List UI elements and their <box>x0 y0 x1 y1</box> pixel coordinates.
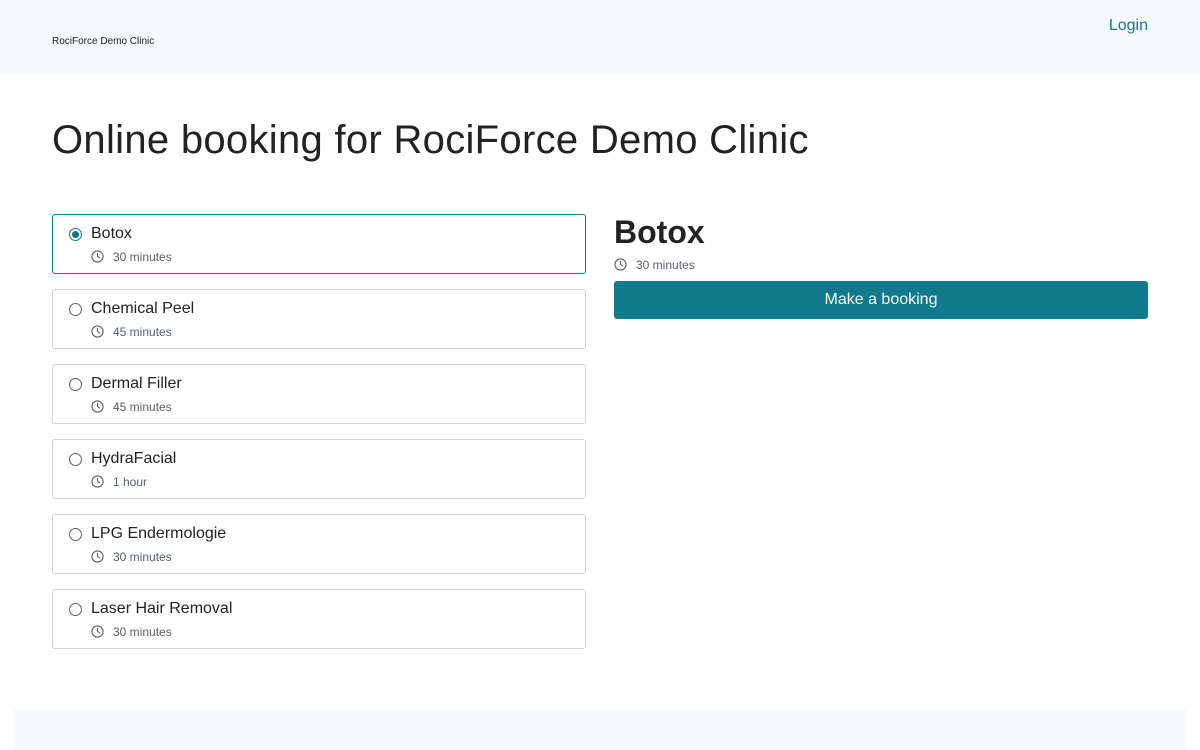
service-option-hydrafacial[interactable]: HydraFacial 1 hour <box>52 439 586 499</box>
clock-icon <box>91 550 104 563</box>
service-option-botox[interactable]: Botox 30 minutes <box>52 214 586 274</box>
page-title: Online booking for RociForce Demo Clinic <box>52 118 809 162</box>
service-duration: 1 hour <box>113 475 148 489</box>
clock-icon <box>91 400 104 413</box>
service-detail-panel: Botox 30 minutes Make a booking <box>614 214 1148 319</box>
service-option-dermal-filler[interactable]: Dermal Filler 45 minutes <box>52 364 586 424</box>
radio-unselected-icon[interactable] <box>69 528 82 541</box>
selected-service-duration: 30 minutes <box>636 258 695 272</box>
top-bar: RociForce Demo Clinic Login <box>0 0 1200 74</box>
service-name: Dermal Filler <box>91 375 182 392</box>
radio-unselected-icon[interactable] <box>69 303 82 316</box>
service-name: LPG Endermologie <box>91 525 227 542</box>
service-duration: 30 minutes <box>113 250 172 264</box>
service-option-lpg-endermologie[interactable]: LPG Endermologie 30 minutes <box>52 514 586 574</box>
service-duration: 45 minutes <box>113 400 172 414</box>
radio-unselected-icon[interactable] <box>69 378 82 391</box>
service-name: Laser Hair Removal <box>91 600 233 617</box>
service-duration: 30 minutes <box>113 550 172 564</box>
service-option-chemical-peel[interactable]: Chemical Peel 45 minutes <box>52 289 586 349</box>
clock-icon <box>91 250 104 263</box>
clock-icon <box>91 325 104 338</box>
clinic-name: RociForce Demo Clinic <box>52 36 155 47</box>
clock-icon <box>614 258 627 271</box>
selected-service-title: Botox <box>614 214 705 250</box>
radio-unselected-icon[interactable] <box>69 603 82 616</box>
service-name: Botox <box>91 225 132 242</box>
make-booking-button[interactable]: Make a booking <box>614 281 1148 319</box>
login-link[interactable]: Login <box>1109 17 1148 35</box>
service-name: Chemical Peel <box>91 300 195 317</box>
service-list: Botox 30 minutes Chemical Peel 45 minute… <box>52 214 586 664</box>
radio-selected-icon[interactable] <box>69 228 82 241</box>
radio-unselected-icon[interactable] <box>69 453 82 466</box>
service-duration: 30 minutes <box>113 625 172 639</box>
clock-icon <box>91 625 104 638</box>
footer <box>14 709 1186 750</box>
clock-icon <box>91 475 104 488</box>
service-option-laser-hair-removal[interactable]: Laser Hair Removal 30 minutes <box>52 589 586 649</box>
service-name: HydraFacial <box>91 450 177 467</box>
service-duration: 45 minutes <box>113 325 172 339</box>
